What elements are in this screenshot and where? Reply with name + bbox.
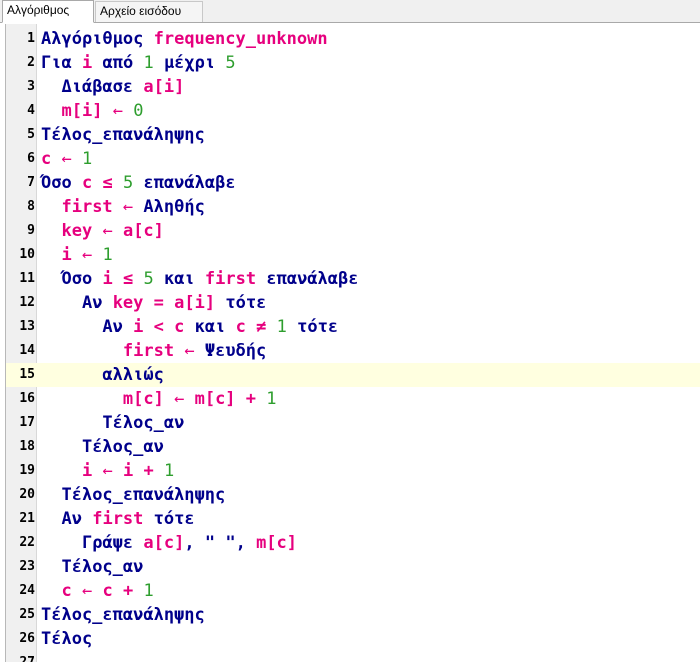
tab-input-file[interactable]: Αρχείο εισόδου <box>95 1 203 22</box>
code-text: Διάβασε a[i] <box>61 77 185 97</box>
code-text: Αν key = a[i] τότε <box>81 293 267 313</box>
code-line[interactable]: 1 Αλγόριθμος frequency_unknown <box>6 27 700 51</box>
code-text: αλλιώς <box>102 365 164 385</box>
line-number: 8 <box>27 199 35 214</box>
code-text: first ← Αληθής <box>61 197 205 217</box>
code-text: Τέλος_αν <box>81 437 164 457</box>
code-line[interactable]: 13 Αν i < c και c ≠ 1 τότε <box>6 315 700 339</box>
code-line[interactable]: 23 Τέλος_αν <box>6 555 700 579</box>
line-number: 25 <box>19 607 35 622</box>
code-text: key ← a[c] <box>61 221 164 241</box>
code-line[interactable]: 4 m[i] ← 0 <box>6 99 700 123</box>
code-line[interactable]: 15 αλλιώς <box>6 363 700 387</box>
code-text: Όσο c ≤ 5 επανάλαβε <box>41 173 236 193</box>
code-line[interactable]: 18 Τέλος_αν <box>6 435 700 459</box>
line-number: 9 <box>27 223 35 238</box>
code-line[interactable]: 16 m[c] ← m[c] + 1 <box>6 387 700 411</box>
code-text: Τέλος_αν <box>102 413 185 433</box>
line-number: 2 <box>27 55 35 70</box>
code-line[interactable]: 9 key ← a[c] <box>6 219 700 243</box>
code-line[interactable]: 20 Τέλος_επανάληψης <box>6 483 700 507</box>
code-text: Για i από 1 μέχρι 5 <box>41 53 236 73</box>
line-number: 10 <box>19 247 35 262</box>
line-number: 1 <box>27 31 35 46</box>
code-text: first ← Ψευδής <box>122 341 267 361</box>
line-number: 13 <box>19 319 35 334</box>
code-text: i ← 1 <box>61 245 113 265</box>
line-number: 18 <box>19 439 35 454</box>
code-line[interactable]: 19 i ← i + 1 <box>6 459 700 483</box>
line-number: 20 <box>19 487 35 502</box>
code-line[interactable]: 25 Τέλος_επανάληψης <box>6 603 700 627</box>
code-text: Γράψε a[c], " ", m[c] <box>81 533 298 553</box>
code-line[interactable]: 24 c ← c + 1 <box>6 579 700 603</box>
line-number: 21 <box>19 511 35 526</box>
line-number: 11 <box>19 271 35 286</box>
line-number: 14 <box>19 343 35 358</box>
code-text: Τέλος_επανάληψης <box>41 125 205 145</box>
code-line[interactable]: 3 Διάβασε a[i] <box>6 75 700 99</box>
line-number: 16 <box>19 391 35 406</box>
code-line[interactable]: 21 Αν first τότε <box>6 507 700 531</box>
code-text: i ← i + 1 <box>81 461 175 481</box>
code-line[interactable]: 11 Όσο i ≤ 5 και first επανάλαβε <box>6 267 700 291</box>
code-line[interactable]: 22 Γράψε a[c], " ", m[c] <box>6 531 700 555</box>
code-line[interactable]: 8 first ← Αληθής <box>6 195 700 219</box>
line-number: 7 <box>27 175 35 190</box>
tab-bar: Αλγόριθμος Αρχείο εισόδου <box>0 0 700 23</box>
code-line[interactable]: 14 first ← Ψευδής <box>6 339 700 363</box>
code-text: Τέλος_επανάληψης <box>61 485 226 505</box>
line-number: 12 <box>19 295 35 310</box>
line-number: 24 <box>19 583 35 598</box>
code-text: m[c] ← m[c] + 1 <box>122 389 277 409</box>
code-editor[interactable]: 1 Αλγόριθμος frequency_unknown 2 Για i από … <box>5 24 700 662</box>
code-text: m[i] ← 0 <box>61 101 144 121</box>
code-line[interactable]: 7 Όσο c ≤ 5 επανάλαβε <box>6 171 700 195</box>
code-text: Τέλος_επανάληψης <box>41 605 205 625</box>
line-number: 19 <box>19 463 35 478</box>
line-number: 5 <box>27 127 35 142</box>
code-line[interactable]: 27 <box>6 651 700 662</box>
code-text: Αν i < c και c ≠ 1 τότε <box>102 317 339 337</box>
line-number: 3 <box>27 79 35 94</box>
code-text: Αλγόριθμος frequency_unknown <box>41 29 328 49</box>
line-number: 22 <box>19 535 35 550</box>
code-line[interactable]: 2 Για i από 1 μέχρι 5 <box>6 51 700 75</box>
line-number: 4 <box>27 103 35 118</box>
code-text: c ← c + 1 <box>61 581 154 601</box>
line-number: 6 <box>27 151 35 166</box>
line-number: 15 <box>19 367 35 382</box>
code-line[interactable]: 12 Αν key = a[i] τότε <box>6 291 700 315</box>
code-text: c ← 1 <box>41 149 93 169</box>
code-line[interactable]: 10 i ← 1 <box>6 243 700 267</box>
code-text: Τέλος <box>41 629 93 649</box>
code-text: Αν first τότε <box>61 509 195 529</box>
code-text: Τέλος_αν <box>61 557 144 577</box>
line-number: 26 <box>19 631 35 646</box>
code-line[interactable]: 6 c ← 1 <box>6 147 700 171</box>
code-line[interactable]: 17 Τέλος_αν <box>6 411 700 435</box>
line-number: 27 <box>6 651 35 662</box>
code-line[interactable]: 26 Τέλος <box>6 627 700 651</box>
tab-algorithm[interactable]: Αλγόριθμος <box>2 0 94 23</box>
line-number: 17 <box>19 415 35 430</box>
code-text: Όσο i ≤ 5 και first επανάλαβε <box>61 269 359 289</box>
line-number: 23 <box>19 559 35 574</box>
code-line[interactable]: 5 Τέλος_επανάληψης <box>6 123 700 147</box>
